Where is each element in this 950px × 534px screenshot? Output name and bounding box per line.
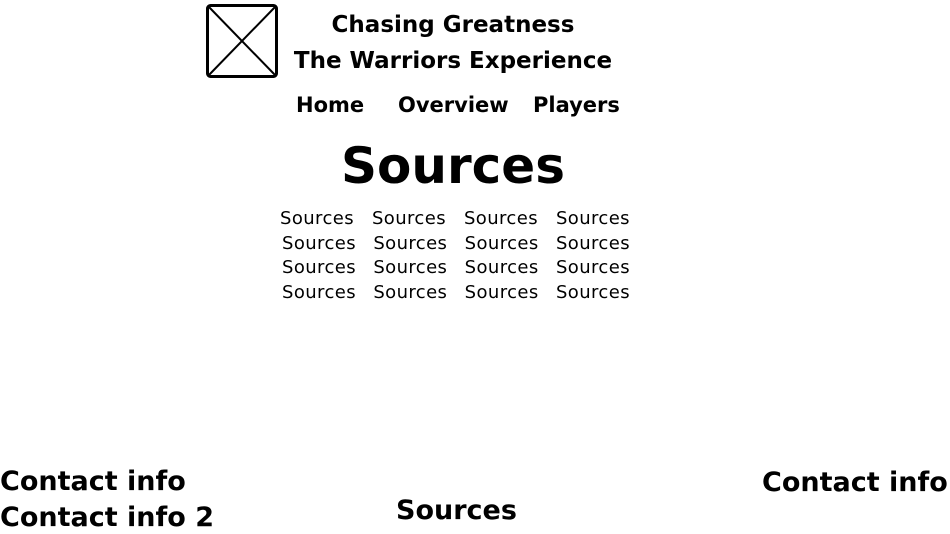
site-subtitle: The Warriors Experience — [293, 48, 613, 74]
sources-list: Sources Sources Sources Sources Sources … — [280, 207, 630, 305]
nav-home-link[interactable]: Home — [296, 92, 364, 118]
source-item: Sources — [280, 208, 355, 229]
sources-row: Sources Sources Sources Sources — [280, 281, 630, 306]
source-item: Sources — [282, 281, 357, 303]
site-title: Chasing Greatness — [331, 12, 575, 38]
source-item: Sources — [464, 281, 539, 303]
nav-players-link[interactable]: Players — [533, 92, 620, 118]
source-item: Sources — [282, 232, 357, 254]
source-item: Sources — [555, 281, 630, 303]
source-item: Sources — [555, 232, 630, 254]
source-item: Sources — [463, 208, 538, 229]
nav-overview-link[interactable]: Overview — [398, 92, 509, 118]
source-item: Sources — [464, 257, 539, 278]
source-item: Sources — [371, 208, 446, 229]
source-item: Sources — [555, 208, 630, 229]
image-placeholder-icon — [206, 4, 278, 78]
source-item: Sources — [373, 232, 448, 254]
page-title: Sources — [341, 137, 565, 195]
source-item: Sources — [282, 257, 357, 278]
source-item: Sources — [373, 257, 448, 278]
footer-contact-info-right: Contact info — [762, 467, 948, 498]
footer-contact-info: Contact info — [0, 466, 186, 497]
source-item: Sources — [555, 257, 630, 278]
footer-sources-link[interactable]: Sources — [396, 495, 517, 527]
sources-row: Sources Sources Sources Sources — [280, 256, 630, 281]
sources-row: Sources Sources Sources Sources — [280, 232, 630, 257]
logo-placeholder — [206, 4, 278, 78]
source-item: Sources — [373, 281, 448, 303]
sources-row: Sources Sources Sources Sources — [280, 207, 630, 232]
source-item: Sources — [464, 232, 539, 254]
footer-contact-info-2: Contact info 2 — [0, 502, 214, 533]
